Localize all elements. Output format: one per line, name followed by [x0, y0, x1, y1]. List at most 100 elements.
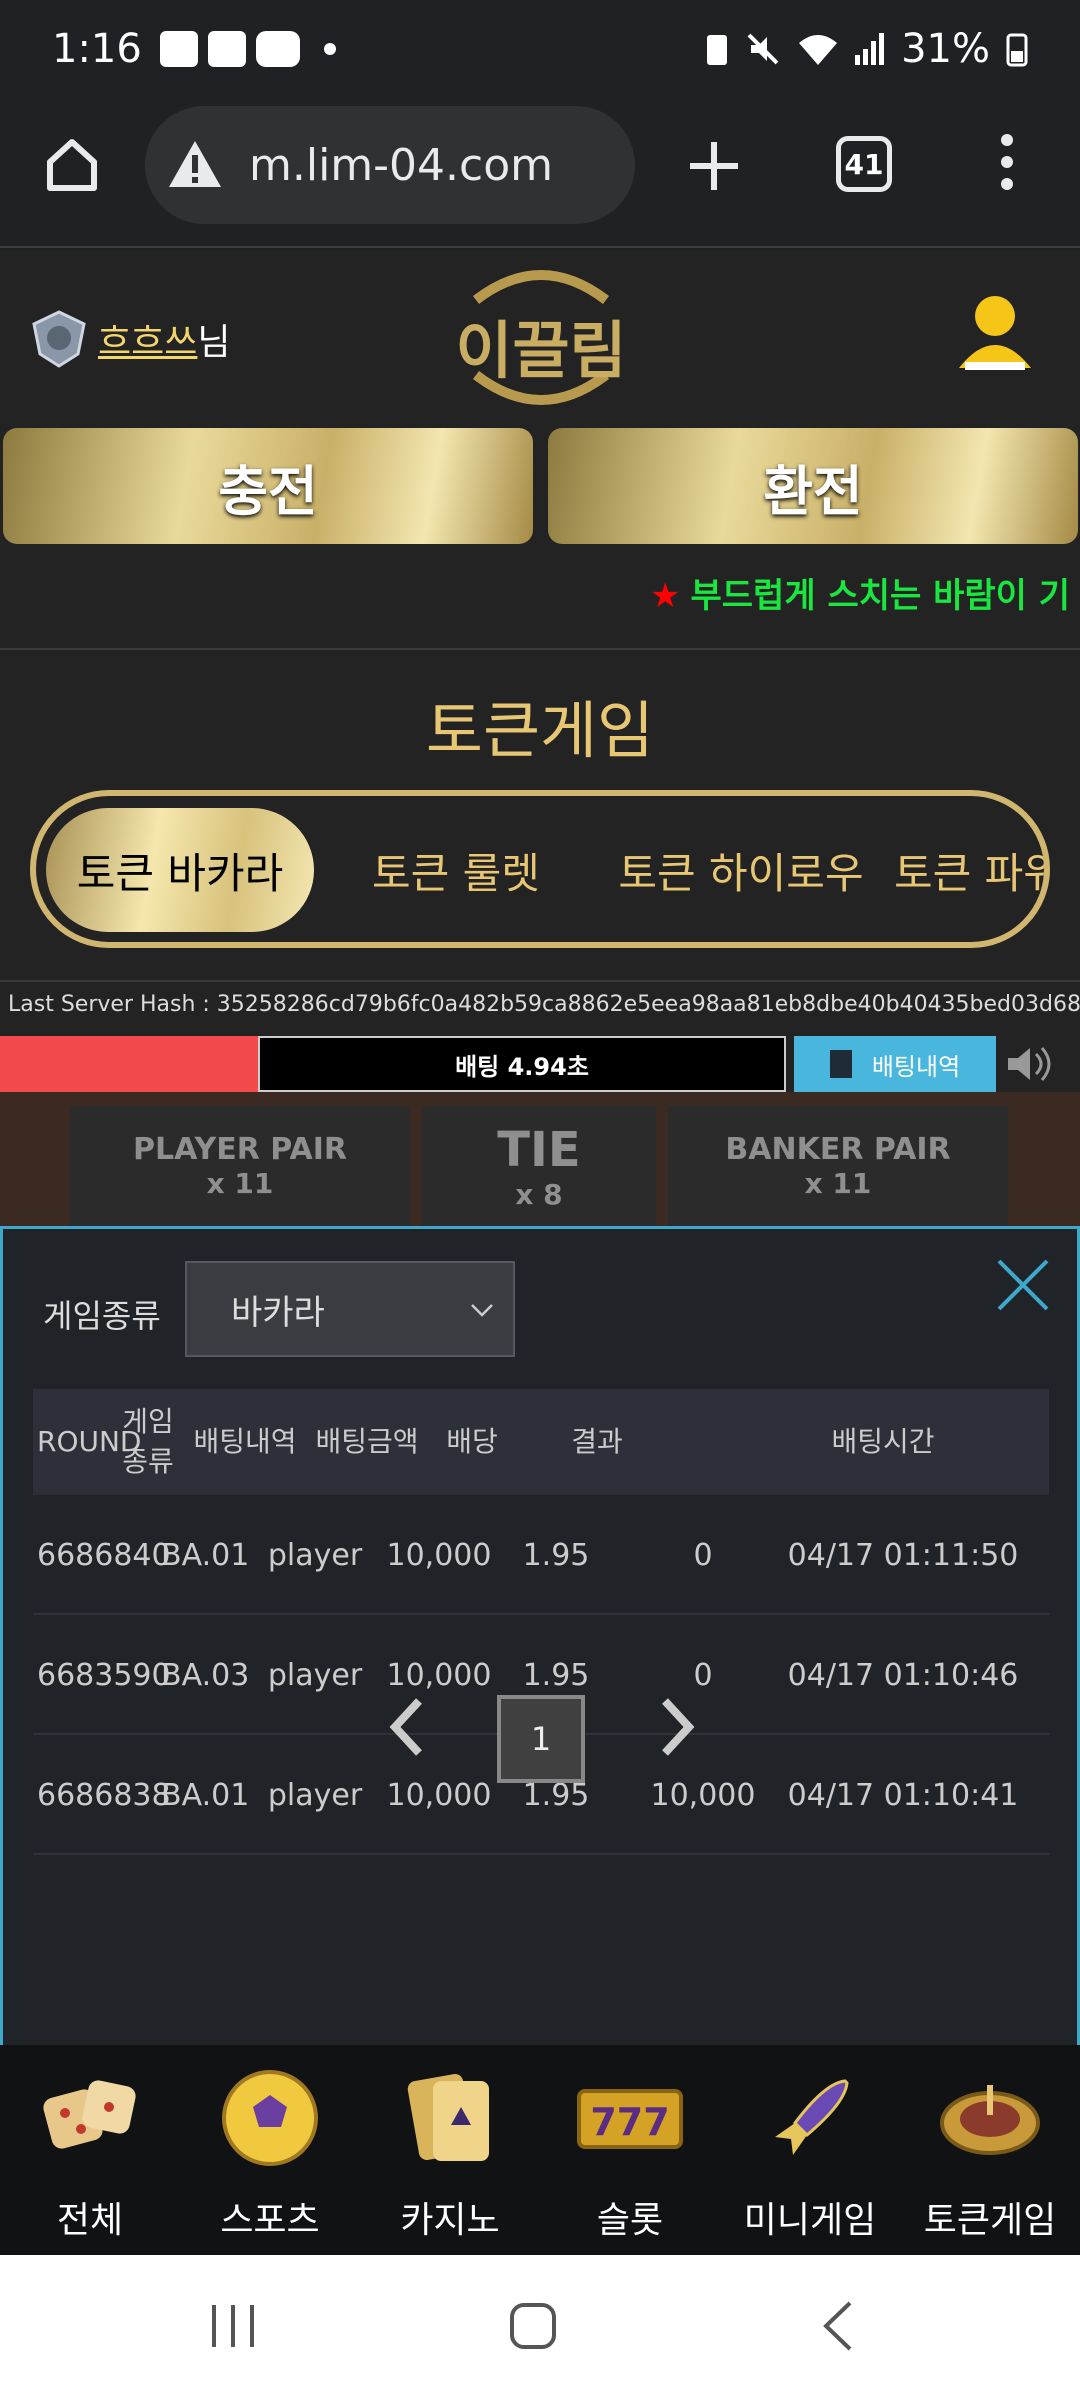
new-tab-icon[interactable] [686, 138, 742, 194]
divider [0, 648, 1080, 650]
cell-game: BA.01 [161, 1777, 250, 1813]
table-row: 6686840 BA.01 player 10,000 1.95 0 04/17… [33, 1495, 1049, 1615]
back-icon[interactable] [818, 2299, 858, 2353]
rocket-icon [775, 2079, 849, 2155]
dice-icon [43, 2080, 136, 2149]
notice-ticker: ★ 부드럽게 스치는 바람이 기 [650, 568, 1070, 617]
username[interactable]: 흐흐쓰 [98, 313, 197, 365]
charge-button[interactable]: 충전 [3, 428, 533, 544]
banker-pair-cell[interactable]: BANKER PAIR x 11 [668, 1106, 1008, 1226]
tie-cell[interactable]: TIE x 8 [422, 1106, 656, 1226]
speaker-icon[interactable] [1006, 1044, 1058, 1084]
cell-time: 04/17 01:10:46 [787, 1657, 1019, 1693]
column-header: 배당 [446, 1425, 498, 1458]
column-header: 배팅내역 [193, 1425, 297, 1458]
player-pair-cell[interactable]: PLAYER PAIR x 11 [70, 1106, 410, 1226]
tab-token-hilo[interactable]: 토큰 하이로우 [596, 808, 886, 932]
youtube-icon [255, 31, 300, 67]
tab-token-roulette[interactable]: 토큰 룰렛 [336, 808, 576, 932]
system-navigation-bar [0, 2255, 1080, 2400]
chevron-left-icon[interactable] [383, 1695, 433, 1759]
chevron-down-icon [471, 1304, 493, 1317]
cell-bet: player [267, 1537, 363, 1573]
battery-percent: 31% [901, 26, 990, 72]
game-type-value: 바카라 [231, 1292, 325, 1333]
nav-label: 슬롯 [596, 2200, 664, 2241]
nav-item-minigame[interactable]: 미니게임 [720, 2055, 900, 2255]
column-header: 배팅금액 [315, 1425, 419, 1458]
nav-item-token-game[interactable]: 토큰게임 [900, 2055, 1080, 2255]
status-time: 1:16 [52, 26, 142, 72]
cell-round: 6683590 [37, 1657, 171, 1693]
tab-token-power[interactable]: 토큰 파워 [894, 808, 1044, 932]
nav-label: 토큰게임 [923, 2200, 1057, 2241]
cell-amount: 10,000 [386, 1537, 492, 1573]
nav-item-slot[interactable]: 777 슬롯 [540, 2055, 720, 2255]
cell-label: BANKER PAIR [725, 1132, 951, 1167]
site-content: 흐흐쓰 님 이끌림 충전 환전 ★ 부드럽게 스치는 바람이 기 토큰게임 토큰 … [0, 250, 1080, 2046]
exchange-button[interactable]: 환전 [548, 428, 1078, 544]
logo-text: 이끌림 [455, 314, 627, 387]
game-tab-bar: 토큰 바카라 토큰 룰렛 토큰 하이로우 토큰 파워 [30, 790, 1050, 948]
nav-item-casino[interactable]: 카지노 [360, 2055, 540, 2255]
star-icon: ★ [650, 576, 681, 616]
nav-label: 카지노 [400, 2200, 500, 2241]
address-bar[interactable]: m.lim-04.com [145, 106, 635, 224]
nav-item-all[interactable]: 전체 [0, 2055, 180, 2255]
status-bar: 1:16 31% [0, 0, 1080, 98]
battery-icon [1006, 33, 1028, 67]
tab-count: 41 [844, 147, 884, 181]
url-text[interactable]: m.lim-04.com [249, 140, 553, 191]
cell-result: 10,000 [650, 1777, 756, 1813]
nav-label: 미니게임 [743, 2200, 877, 2241]
nav-item-sports[interactable]: 스포츠 [180, 2055, 360, 2255]
cell-result: 0 [693, 1537, 713, 1573]
site-logo[interactable]: 이끌림 [436, 260, 646, 410]
cell-odds: 1.95 [522, 1537, 590, 1573]
user-avatar-icon[interactable] [955, 292, 1035, 378]
bet-progress-fill [0, 1036, 259, 1092]
browser-toolbar: m.lim-04.com 41 [0, 98, 1080, 248]
bet-countdown: 배팅 4.94초 [258, 1036, 786, 1092]
roulette-icon [940, 2085, 1040, 2155]
bet-history-button[interactable]: 배팅내역 [794, 1036, 996, 1092]
cards-icon [407, 2074, 489, 2161]
cell-bet: player [267, 1657, 363, 1693]
column-header: ROUND [37, 1425, 142, 1458]
game-type-select[interactable]: 바카라 [185, 1261, 515, 1357]
cell-time: 04/17 01:11:50 [787, 1537, 1019, 1573]
app-notification-icon [207, 31, 246, 67]
battery-saver-icon [707, 35, 728, 65]
soccer-ball-icon [222, 2070, 318, 2166]
cell-bet: player [267, 1777, 363, 1813]
dot-icon [323, 43, 336, 55]
recent-apps-icon[interactable] [208, 2301, 258, 2351]
mute-icon [747, 33, 779, 65]
slot-777-icon: 777 [577, 2089, 683, 2149]
cell-result: 0 [693, 1657, 713, 1693]
document-icon [829, 1050, 852, 1078]
cell-game: BA.03 [161, 1657, 250, 1693]
warning-icon[interactable] [167, 137, 223, 193]
home-icon[interactable] [42, 134, 102, 194]
status-right: 31% [705, 26, 1028, 72]
wifi-icon [799, 35, 838, 65]
close-icon[interactable] [995, 1257, 1051, 1313]
cell-odds: x 11 [206, 1167, 274, 1200]
column-header: 게임종류 [122, 1405, 174, 1478]
app-notification-icon [159, 31, 198, 67]
cell-time: 04/17 01:10:41 [787, 1777, 1019, 1813]
notification-icons [159, 31, 336, 67]
tab-switcher-button[interactable]: 41 [836, 136, 892, 192]
level-badge-icon [32, 310, 86, 368]
betting-board: PLAYER PAIR x 11 TIE x 8 BANKER PAIR x 1… [0, 1092, 1080, 1226]
more-menu-icon[interactable] [997, 134, 1017, 198]
column-header: 결과 [571, 1425, 623, 1458]
page-button[interactable]: 1 [497, 1695, 585, 1783]
chevron-right-icon[interactable] [651, 1695, 701, 1759]
history-table-header: ROUND 게임종류 배팅내역 배팅금액 배당 결과 배팅시간 [33, 1389, 1049, 1495]
home-button-icon[interactable] [508, 2301, 558, 2351]
user-info[interactable]: 흐흐쓰 님 [28, 308, 231, 370]
tab-token-baccarat[interactable]: 토큰 바카라 [46, 808, 314, 932]
nav-label: 전체 [56, 2200, 124, 2241]
